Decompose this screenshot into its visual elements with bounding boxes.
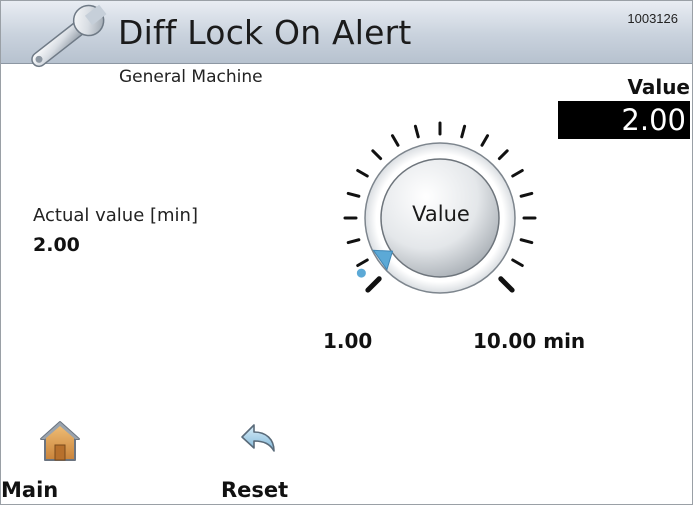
page-title: Diff Lock On Alert: [118, 13, 412, 52]
reset-button[interactable]: Reset: [206, 419, 326, 504]
dial-tick: [511, 258, 524, 267]
undo-arrow-icon: [241, 424, 275, 452]
value-display[interactable]: 2.00: [558, 101, 690, 139]
dial-tick: [413, 124, 420, 139]
dial-tick: [519, 238, 534, 245]
dial-min-label: 1.00: [323, 329, 373, 353]
dial-tick: [497, 149, 509, 161]
knob-label: Value: [412, 202, 470, 226]
dial-tick: [346, 238, 361, 245]
home-icon: [40, 421, 80, 461]
dial-tick: [460, 124, 467, 139]
dial-tick: [480, 134, 489, 147]
dial-pointer-dot: [356, 268, 366, 278]
category-subtitle: General Machine: [119, 67, 263, 87]
dial-tick: [511, 169, 524, 178]
value-header: Value: [627, 75, 690, 99]
actual-value: 2.00: [33, 234, 80, 256]
dial-tick: [356, 258, 369, 267]
main-button[interactable]: Main: [1, 419, 121, 504]
reset-button-label: Reset: [221, 478, 289, 502]
dial-tick: [346, 191, 361, 198]
dial-tick: [365, 276, 382, 293]
dial-tick: [519, 191, 534, 198]
dial-tick: [498, 276, 515, 293]
dial-tick: [391, 134, 400, 147]
title-bar: Diff Lock On Alert 1003126: [1, 1, 692, 68]
dial-tick: [371, 149, 383, 161]
dial-tick: [356, 169, 369, 178]
dial-max-label: 10.00 min: [473, 329, 586, 353]
actual-value-label: Actual value [min]: [33, 205, 198, 226]
screen-frame: Diff Lock On Alert 1003126 General Machi…: [0, 0, 693, 505]
screen-code: 1003126: [627, 11, 678, 26]
main-button-label: Main: [1, 478, 59, 502]
wrench-icon: [31, 4, 107, 68]
